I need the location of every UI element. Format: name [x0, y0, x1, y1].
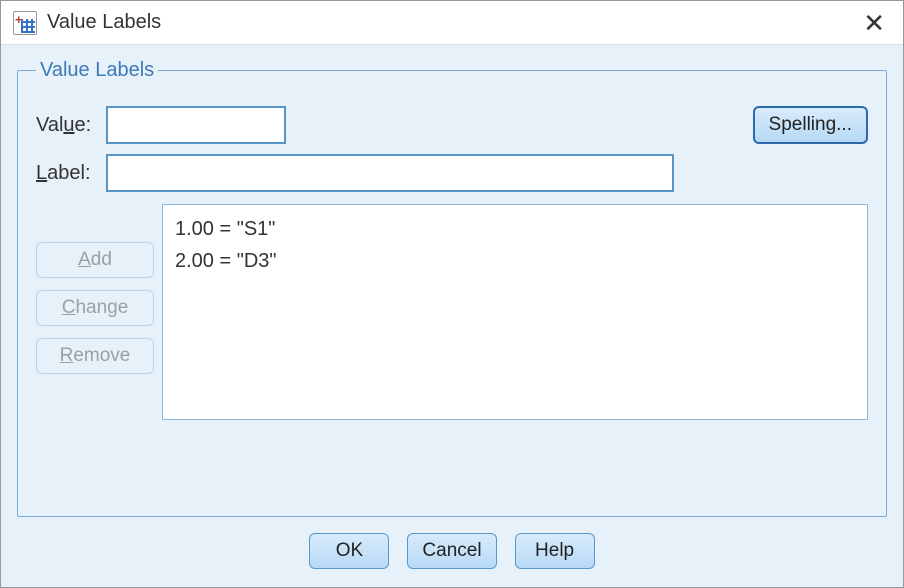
- value-row: Value: Spelling...: [36, 106, 868, 144]
- label-input[interactable]: [106, 154, 674, 192]
- value-labels-group: Value Labels Value: Spelling... Label: A…: [17, 59, 887, 517]
- titlebar: + Value Labels ✕: [1, 1, 903, 45]
- list-item[interactable]: 2.00 = "D3": [175, 245, 855, 277]
- add-rest: dd: [91, 249, 112, 270]
- value-input[interactable]: [106, 106, 286, 144]
- change-button[interactable]: Change: [36, 290, 154, 326]
- value-label: Value:: [36, 114, 106, 137]
- close-icon[interactable]: ✕: [857, 10, 891, 36]
- remove-button[interactable]: Remove: [36, 338, 154, 374]
- footer-buttons: OK Cancel Help: [17, 517, 887, 575]
- add-button[interactable]: Add: [36, 242, 154, 278]
- ok-button[interactable]: OK: [309, 533, 389, 569]
- help-button[interactable]: Help: [515, 533, 595, 569]
- label-row: Label:: [36, 154, 868, 192]
- app-icon: +: [13, 11, 37, 35]
- value-labels-listbox[interactable]: 1.00 = "S1"2.00 = "D3": [162, 204, 868, 420]
- list-buttons: Add Change Remove: [36, 204, 154, 420]
- window-title: Value Labels: [47, 11, 857, 34]
- cancel-button[interactable]: Cancel: [407, 533, 496, 569]
- spelling-button[interactable]: Spelling...: [753, 106, 868, 144]
- group-legend: Value Labels: [36, 59, 158, 82]
- dialog-window: + Value Labels ✕ Value Labels Value: Spe…: [0, 0, 904, 588]
- list-item[interactable]: 1.00 = "S1": [175, 213, 855, 245]
- content-area: Value Labels Value: Spelling... Label: A…: [1, 45, 903, 587]
- label-label: Label:: [36, 162, 106, 185]
- list-area: Add Change Remove 1.00 = "S1"2.00 = "D3": [36, 204, 868, 420]
